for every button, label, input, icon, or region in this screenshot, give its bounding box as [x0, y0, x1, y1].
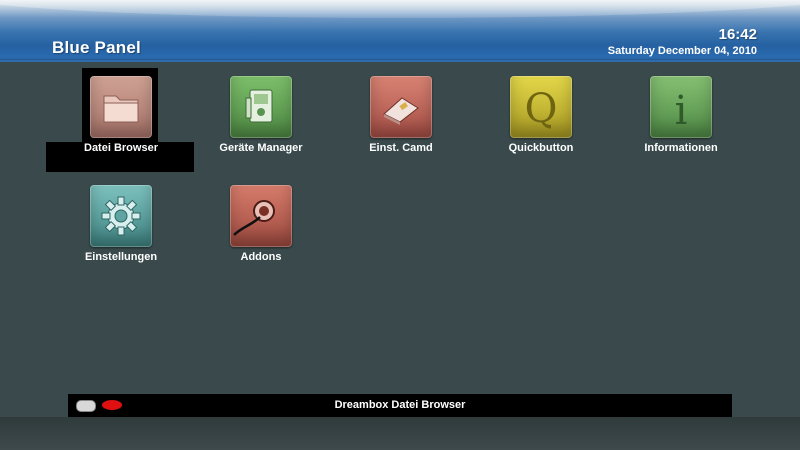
menu-item-label: Informationen	[644, 142, 718, 154]
menu-item-informationen[interactable]: i Informationen	[606, 64, 756, 174]
menu-item-label: Geräte Manager	[219, 142, 303, 154]
addons-plug-icon	[230, 185, 292, 247]
menu-item-addons[interactable]: Addons	[186, 173, 336, 283]
status-bar: Dreambox Datei Browser	[68, 394, 732, 417]
quickbutton-q-icon: Q	[510, 76, 572, 138]
device-manager-icon	[230, 76, 292, 138]
clock-date: Saturday December 04, 2010	[607, 45, 757, 57]
svg-text:i: i	[675, 88, 688, 134]
selected-item-description: Dreambox Datei Browser	[334, 399, 466, 411]
menu-item-geraete-manager[interactable]: Geräte Manager	[186, 64, 336, 174]
menu-item-einstellungen[interactable]: Einstellungen	[46, 173, 196, 283]
clock-time: 16:42	[718, 26, 757, 43]
info-icon: i	[650, 76, 712, 138]
menu-item-quickbutton[interactable]: Q Quickbutton	[466, 64, 616, 174]
header-divider	[0, 60, 800, 62]
settings-gear-icon	[90, 185, 152, 247]
header-gloss	[0, 0, 800, 18]
footer-background	[0, 417, 800, 450]
menu-item-label: Datei Browser	[84, 142, 158, 154]
menu-item-label: Quickbutton	[508, 142, 574, 154]
menu-item-label: Einst. Camd	[369, 142, 433, 154]
menu-item-label: Addons	[240, 251, 282, 263]
panel-title: Blue Panel	[52, 38, 141, 57]
menu-item-datei-browser[interactable]: Datei Browser	[46, 64, 196, 174]
header-bar: Blue Panel 16:42 Saturday December 04, 2…	[0, 0, 800, 62]
svg-text:Q: Q	[525, 86, 558, 132]
menu-item-einst-camd[interactable]: Einst. Camd	[326, 64, 476, 174]
camd-card-icon	[370, 76, 432, 138]
folder-icon	[90, 76, 152, 138]
menu-item-label: Einstellungen	[84, 251, 158, 263]
